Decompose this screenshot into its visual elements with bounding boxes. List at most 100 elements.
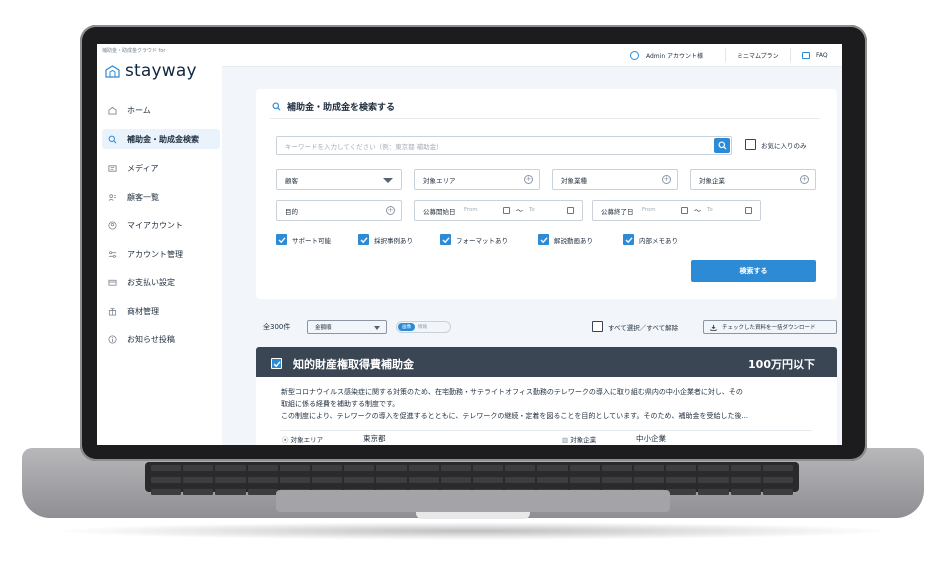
plan-badge[interactable]: ミニマムプラン bbox=[737, 49, 779, 61]
end-date-label: 公募終了日 bbox=[601, 207, 634, 216]
checkbox[interactable] bbox=[440, 234, 451, 245]
checkbox-label: 採択事例あり bbox=[374, 236, 413, 245]
start-date-label: 公募開始日 bbox=[423, 207, 456, 216]
checkbox[interactable] bbox=[358, 234, 369, 245]
sidebar-item-label: ホーム bbox=[127, 105, 151, 115]
bulk-download-label: チェックした資料を一括ダウンロード bbox=[722, 325, 816, 331]
result-amount: 100万円以下 bbox=[748, 358, 815, 371]
end-to-field[interactable]: To bbox=[707, 207, 713, 213]
start-to-field[interactable]: To bbox=[529, 207, 535, 213]
description-line: この制度により、テレワークの導入を促進するとともに、テレワークの継続・定着を図る… bbox=[281, 412, 749, 420]
trackpad bbox=[276, 490, 670, 512]
result-description: 新型コロナウイルス感染症に関する対策のため、在宅勤務・サテライトオフィス勤務のテ… bbox=[281, 386, 821, 422]
result-title[interactable]: 知的財産権取得費補助金 bbox=[293, 356, 414, 372]
result-card-header[interactable]: 知的財産権取得費補助金 100万円以下 bbox=[256, 347, 837, 377]
industry-filter[interactable]: 対象業種 + bbox=[552, 169, 678, 190]
format-available-checkbox[interactable]: フォーマットあり bbox=[440, 234, 508, 245]
divider bbox=[725, 48, 726, 62]
start-from-field[interactable]: From bbox=[464, 207, 478, 213]
checkbox-label: 解説動画あり bbox=[554, 236, 593, 245]
sidebar-item-label: 顧客一覧 bbox=[127, 192, 159, 202]
customer-label: 顧客 bbox=[285, 176, 298, 185]
keyword-search-button[interactable] bbox=[714, 138, 730, 153]
caret-down-icon bbox=[374, 326, 380, 330]
company-label: 対象企業 bbox=[699, 176, 725, 185]
info-icon bbox=[107, 334, 117, 344]
check-icon bbox=[442, 236, 450, 243]
sidebar-item-label: マイアカウント bbox=[127, 220, 183, 230]
sidebar-item-payment[interactable]: お支払い設定 bbox=[102, 272, 220, 292]
sidebar-item-account-management[interactable]: アカウント管理 bbox=[102, 244, 220, 264]
view-toggle-on[interactable]: 画像 bbox=[398, 323, 415, 331]
support-available-checkbox[interactable]: サポート可能 bbox=[276, 234, 331, 245]
description-line: 新型コロナウイルス感染症に関する対策のため、在宅勤務・サテライトオフィス勤務のテ… bbox=[281, 388, 743, 396]
end-from-field[interactable]: From bbox=[642, 207, 656, 213]
favorites-only-checkbox[interactable]: お気に入りのみ bbox=[745, 139, 807, 150]
keyword-search-input[interactable]: キーワードを入力してください（例：東京都 補助金） bbox=[276, 136, 732, 155]
result-count: 全300件 bbox=[263, 323, 291, 331]
sidebar-item-home[interactable]: ホーム bbox=[102, 100, 220, 120]
pin-icon: ⦿ bbox=[282, 436, 289, 444]
view-toggle-off[interactable]: 情報 bbox=[415, 324, 427, 330]
sidebar-item-label: 補助金・助成金検索 bbox=[127, 134, 199, 144]
sort-value: 金額順 bbox=[315, 325, 332, 331]
chat-icon bbox=[802, 51, 810, 59]
faq-link[interactable]: FAQ bbox=[802, 49, 828, 61]
industry-label: 対象業種 bbox=[561, 176, 587, 185]
search-panel-title: 補助金・助成金を検索する bbox=[272, 100, 395, 113]
divider bbox=[790, 48, 791, 62]
checkbox[interactable] bbox=[276, 234, 287, 245]
select-all-label: すべて選択／すべて解除 bbox=[608, 323, 679, 332]
view-toggle[interactable]: 画像 情報 bbox=[396, 321, 451, 333]
check-icon bbox=[273, 360, 281, 367]
area-meta-text: 対象エリア bbox=[290, 436, 324, 444]
user-avatar-icon bbox=[630, 50, 639, 60]
plus-icon: + bbox=[800, 175, 809, 184]
search-submit-button[interactable]: 検索する bbox=[691, 260, 816, 282]
check-icon bbox=[625, 236, 633, 243]
checkbox[interactable] bbox=[745, 139, 756, 150]
sidebar-item-customers[interactable]: 顧客一覧 bbox=[102, 187, 220, 207]
account-icon bbox=[107, 220, 117, 230]
account-name: Admin アカウント様 bbox=[646, 52, 704, 60]
sidebar-item-label: お知らせ投稿 bbox=[127, 334, 175, 344]
keyboard bbox=[145, 462, 799, 495]
result-card-body: 新型コロナウイルス感染症に関する対策のため、在宅勤務・サテライトオフィス勤務のテ… bbox=[256, 377, 837, 445]
select-all-toggle[interactable]: すべて選択／すべて解除 bbox=[592, 321, 678, 332]
download-icon bbox=[710, 324, 717, 331]
logo[interactable]: stayway bbox=[105, 61, 197, 81]
search-icon bbox=[272, 102, 281, 111]
area-filter[interactable]: 対象エリア + bbox=[414, 169, 540, 190]
company-meta-text: 対象企業 bbox=[570, 436, 597, 444]
checkbox[interactable] bbox=[592, 321, 603, 332]
video-available-checkbox[interactable]: 解説動画あり bbox=[538, 234, 593, 245]
bulk-download-button[interactable]: チェックした資料を一括ダウンロード bbox=[703, 320, 837, 334]
purpose-filter[interactable]: 目的 + bbox=[276, 200, 402, 221]
house-logo-icon bbox=[105, 64, 120, 78]
sidebar-item-subsidy-search[interactable]: 補助金・助成金検索 bbox=[102, 129, 220, 149]
sort-select[interactable]: 金額順 bbox=[307, 320, 387, 334]
start-date-range[interactable]: 公募開始日 From 〜 To bbox=[414, 200, 583, 221]
internal-memo-checkbox[interactable]: 内部メモあり bbox=[623, 234, 678, 245]
checkbox[interactable] bbox=[271, 358, 282, 369]
sidebar-item-media[interactable]: メディア bbox=[102, 158, 220, 178]
sidebar-item-label: アカウント管理 bbox=[127, 249, 183, 259]
sidebar-item-products[interactable]: 商材管理 bbox=[102, 301, 220, 321]
payment-icon bbox=[107, 277, 117, 287]
favorites-only-label: お気に入りのみ bbox=[761, 141, 807, 150]
checkbox-label: フォーマットあり bbox=[456, 236, 508, 245]
company-filter[interactable]: 対象企業 + bbox=[690, 169, 816, 190]
account-menu[interactable]: Admin アカウント様 bbox=[630, 49, 703, 61]
sidebar-item-my-account[interactable]: マイアカウント bbox=[102, 215, 220, 235]
sidebar-item-label: お支払い設定 bbox=[127, 277, 175, 287]
customer-select[interactable]: 顧客 bbox=[276, 169, 402, 190]
checkbox[interactable] bbox=[538, 234, 549, 245]
lid-notch bbox=[416, 512, 530, 519]
checkbox[interactable] bbox=[623, 234, 634, 245]
adoption-cases-checkbox[interactable]: 採択事例あり bbox=[358, 234, 413, 245]
sidebar-item-news-post[interactable]: お知らせ投稿 bbox=[102, 329, 220, 349]
area-label: 対象エリア bbox=[423, 176, 456, 185]
end-date-range[interactable]: 公募終了日 From 〜 To bbox=[592, 200, 761, 221]
plus-icon: + bbox=[386, 206, 395, 215]
checkbox-label: 内部メモあり bbox=[639, 236, 678, 245]
